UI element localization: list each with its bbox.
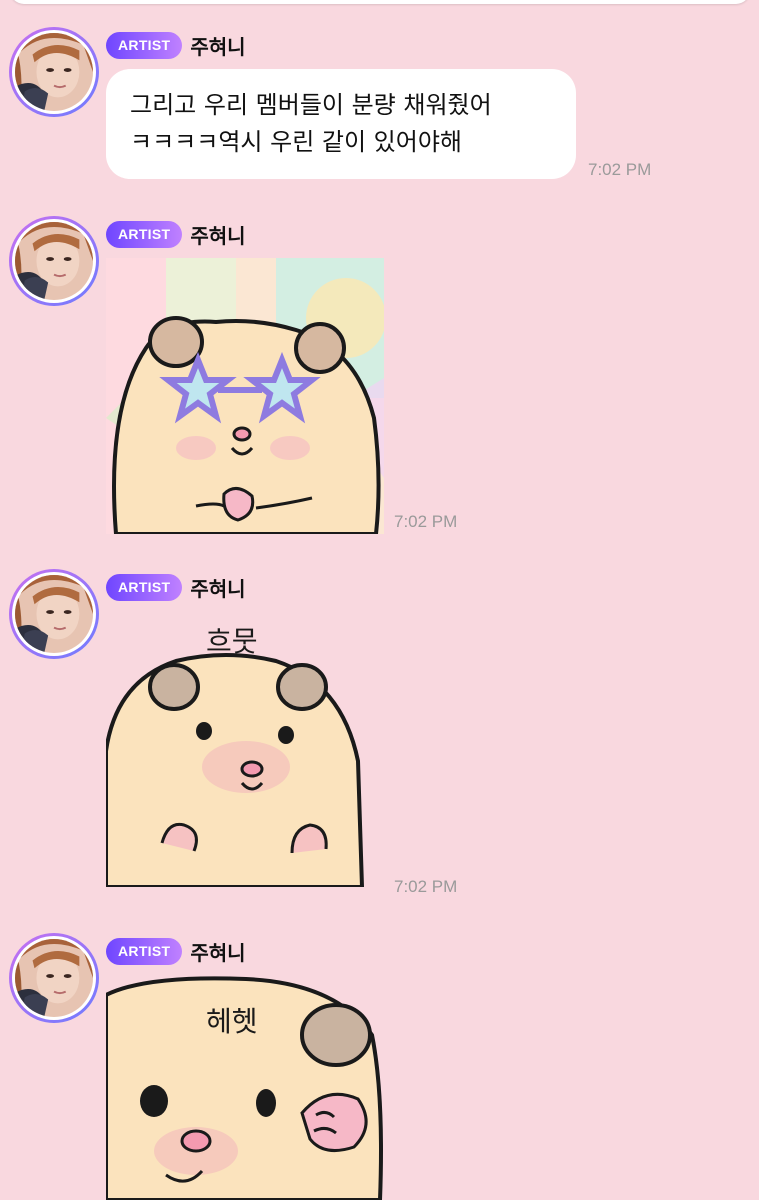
message-timestamp: 7:02 PM	[394, 512, 458, 531]
sender-name: 주혀니	[190, 940, 246, 965]
avatar-photo	[15, 939, 93, 1017]
artist-badge: ARTIST	[106, 937, 183, 965]
sticker-image[interactable]: 헤헷	[106, 975, 384, 1200]
sender-name: 주혀니	[190, 34, 246, 59]
artist-badge: ARTIST	[106, 573, 183, 601]
artist-avatar[interactable]	[9, 216, 99, 306]
avatar-photo	[15, 33, 93, 111]
message-timestamp: 7:02 PM	[394, 877, 458, 896]
sticker-caption: 흐뭇	[206, 625, 258, 658]
artist-badge: ARTIST	[106, 31, 183, 59]
message-bubble[interactable]: 그리고 우리 멤버들이 분량 채워줬어 ㅋㅋㅋㅋ역시 우린 같이 있어야해	[106, 69, 576, 179]
previous-card-edge	[10, 0, 750, 4]
message-timestamp: 7:02 PM	[588, 160, 652, 179]
artist-avatar[interactable]	[9, 27, 99, 117]
artist-avatar[interactable]	[9, 933, 99, 1023]
hamster-proud-sticker: 흐뭇	[106, 611, 368, 887]
hamster-hehe-sticker: 헤헷	[106, 975, 384, 1200]
message-text-line: 그리고 우리 멤버들이 분량 채워줬어	[130, 91, 492, 119]
avatar-photo	[15, 575, 93, 653]
sender-name: 주혀니	[190, 223, 246, 248]
artist-avatar[interactable]	[9, 569, 99, 659]
sticker-image[interactable]: 흐뭇	[106, 611, 368, 887]
artist-badge: ARTIST	[106, 220, 183, 248]
avatar-photo	[15, 222, 93, 300]
sticker-caption: 헤헷	[206, 1005, 258, 1038]
hamster-sunglasses-sticker	[106, 258, 384, 534]
message-text-line: ㅋㅋㅋㅋ역시 우린 같이 있어야해	[130, 128, 463, 156]
sender-name: 주혀니	[190, 576, 246, 601]
sticker-image[interactable]	[106, 258, 384, 534]
